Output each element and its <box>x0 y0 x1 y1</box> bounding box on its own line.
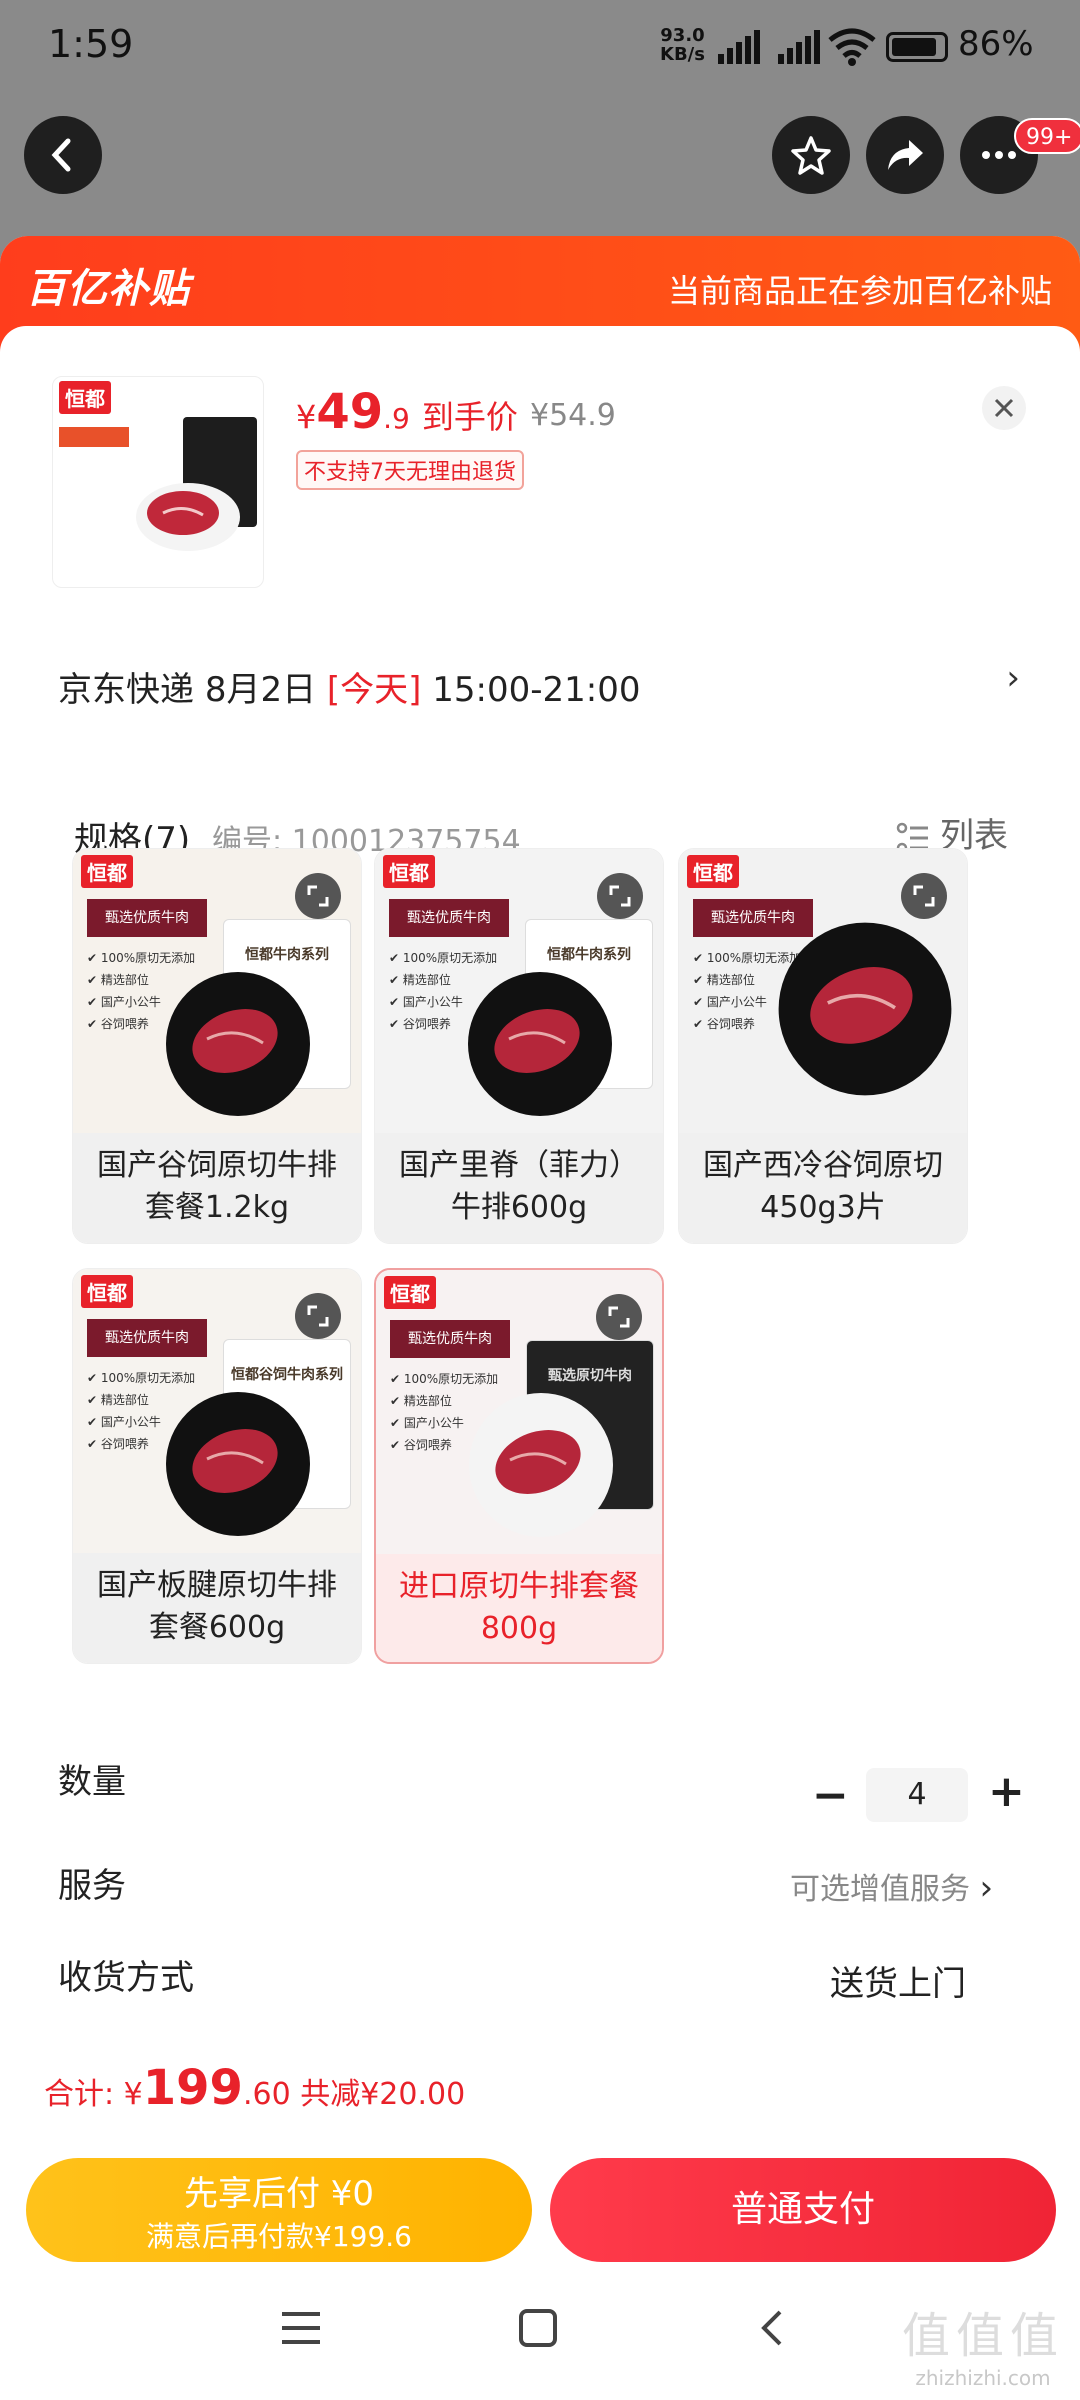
delivery-date: 8月2日 <box>204 670 317 710</box>
quantity-label: 数量 <box>58 1762 126 1802</box>
brand-logo: 恒都 <box>81 855 133 888</box>
bag-label: 恒都牛肉系列 <box>245 947 329 963</box>
spec-option-label: 国产板腱原切牛排套餐600g <box>73 1553 361 1663</box>
brand-logo: 恒都 <box>687 855 739 888</box>
delivery-carrier: 京东快递 <box>58 670 194 710</box>
share-icon <box>888 140 923 170</box>
steak-image <box>166 972 310 1116</box>
delivery-today: [今天] <box>326 670 422 710</box>
menu-icon[interactable] <box>280 2310 322 2346</box>
battery-icon <box>886 32 948 62</box>
chevron-right-icon: › <box>1006 658 1020 698</box>
steak-image <box>778 922 952 1096</box>
spec-option[interactable]: 恒都 甄选优质牛肉 ✔ 100%原切无添加 ✔ 精选部位 ✔ 国产小公牛 ✔ 谷饲喂养 甄选… <box>374 1268 664 1664</box>
star-icon <box>791 136 831 175</box>
brand-logo: 恒都 <box>384 1276 436 1309</box>
steak-image <box>166 1392 310 1536</box>
watermark: 值值值 zhizhizhi.com <box>901 2308 1064 2390</box>
brand-logo: 恒都 <box>81 1275 133 1308</box>
spec-option-label: 国产西冷谷饲原切450g3片 <box>679 1133 967 1243</box>
bag-label: 恒都牛肉系列 <box>547 947 631 963</box>
more-icon <box>982 151 1016 159</box>
shipping-method[interactable]: 送货上门 <box>830 1956 966 2005</box>
signal-icon <box>778 30 820 64</box>
chevron-right-icon: › <box>979 1868 994 1908</box>
discount-amount: 共减¥20.00 <box>300 2077 466 2112</box>
wifi-icon <box>828 28 876 66</box>
quantity-increase-button[interactable]: + <box>988 1766 1025 1817</box>
back-nav-icon[interactable] <box>756 2308 786 2348</box>
steak-image <box>469 1393 613 1537</box>
product-thumbnail[interactable]: 恒都 <box>52 376 264 588</box>
package-title: 甄选优质牛肉 <box>390 1320 510 1358</box>
expand-icon[interactable] <box>597 873 643 919</box>
shipping-label: 收货方式 <box>58 1958 194 1998</box>
steak-image <box>136 483 240 551</box>
spec-option-label: 国产谷饲原切牛排套餐1.2kg <box>73 1133 361 1243</box>
bag-label: 甄选原切牛肉 <box>548 1368 632 1384</box>
subsidy-logo: 百亿补贴 <box>26 266 190 312</box>
total-price: 合计: ¥199.60 共减¥20.00 <box>44 2060 466 2116</box>
battery-percent: 86% <box>958 24 1034 64</box>
brand-logo: 恒都 <box>383 855 435 888</box>
package-title: 甄选优质牛肉 <box>389 899 509 937</box>
original-price: ¥54.9 <box>530 398 616 433</box>
pay-now-button[interactable]: 普通支付 <box>550 2158 1056 2262</box>
status-time: 1:59 <box>48 22 134 66</box>
expand-icon[interactable] <box>295 1293 341 1339</box>
spec-option-label: 国产里脊（菲力）牛排600g <box>375 1133 663 1243</box>
service-label: 服务 <box>58 1866 126 1906</box>
subsidy-message: 当前商品正在参加百亿补贴 <box>667 272 1052 310</box>
spec-option[interactable]: 恒都 甄选优质牛肉 ✔ 100%原切无添加 ✔ 精选部位 ✔ 国产小公牛 ✔ 谷饲喂养 恒都… <box>72 848 362 1244</box>
back-button[interactable] <box>24 116 102 194</box>
package-title: 甄选优质牛肉 <box>87 899 207 937</box>
signal-icon <box>718 30 760 64</box>
notification-badge: 99+ <box>1014 118 1080 154</box>
system-nav-bar: 值值值 zhizhizhi.com <box>0 2270 1080 2400</box>
quantity-decrease-button[interactable]: − <box>812 1770 849 1821</box>
return-policy-tag: 不支持7天无理由退货 <box>296 450 524 490</box>
spec-option-label: 进口原切牛排套餐800g <box>376 1554 662 1662</box>
bag-label: 恒都谷饲牛肉系列 <box>231 1367 343 1383</box>
home-icon[interactable] <box>518 2308 558 2348</box>
close-button[interactable] <box>982 386 1026 430</box>
expand-icon[interactable] <box>901 873 947 919</box>
delivery-window: 15:00-21:00 <box>432 670 641 710</box>
expand-icon[interactable] <box>295 873 341 919</box>
spec-option[interactable]: 恒都 甄选优质牛肉 ✔ 100%原切无添加 ✔ 精选部位 ✔ 国产小公牛 ✔ 谷饲喂养 恒都… <box>72 1268 362 1664</box>
chevron-left-icon <box>51 138 71 172</box>
network-speed: 93.0 KB/s <box>660 25 705 65</box>
close-icon <box>994 398 1014 418</box>
package-title: 甄选优质牛肉 <box>87 1319 207 1357</box>
favorite-button[interactable] <box>772 116 850 194</box>
service-selector[interactable]: 可选增值服务 › <box>790 1864 993 1908</box>
steak-image <box>468 972 612 1116</box>
pay-later-button[interactable]: 先享后付 ¥0 满意后再付款¥199.6 <box>26 2158 532 2262</box>
spec-option[interactable]: 恒都 甄选优质牛肉 ✔ 100%原切无添加 ✔ 精选部位 ✔ 国产小公牛 ✔ 谷饲喂养 恒都… <box>374 848 664 1244</box>
delivery-row[interactable]: 京东快递 8月2日 [今天] 15:00-21:00 › <box>26 626 1054 742</box>
spec-option[interactable]: 恒都 甄选优质牛肉 ✔ 100%原切无添加 ✔ 精选部位 ✔ 国产小公牛 ✔ 谷饲喂养 国产… <box>678 848 968 1244</box>
expand-icon[interactable] <box>596 1294 642 1340</box>
status-bar: 1:59 93.0 KB/s 86% <box>0 0 1080 100</box>
brand-logo: 恒都 <box>59 381 111 414</box>
quantity-input[interactable]: 4 <box>866 1768 968 1822</box>
product-price: ¥49.9 到手价 <box>296 384 518 440</box>
share-button[interactable] <box>866 116 944 194</box>
